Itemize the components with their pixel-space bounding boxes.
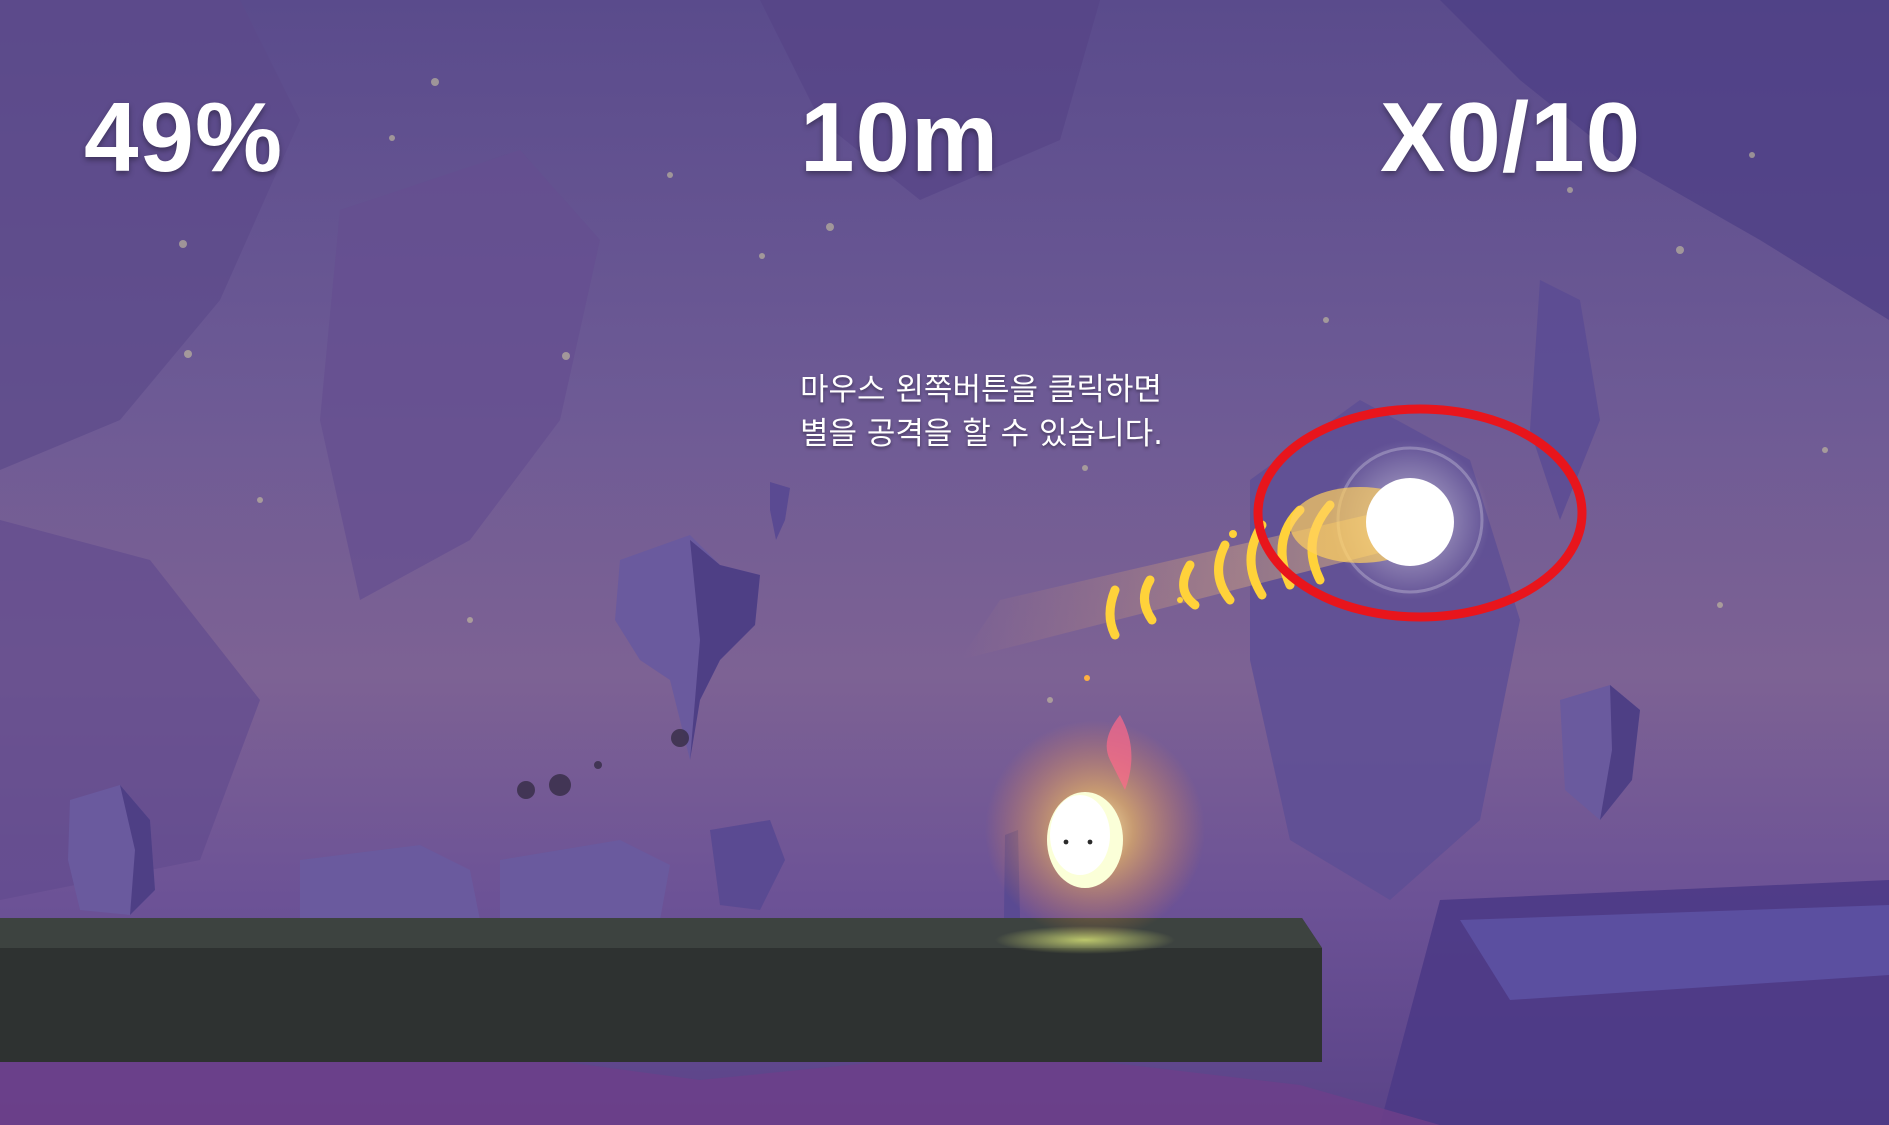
tutorial-message: 마우스 왼쪽버튼을 클릭하면 별을 공격을 할 수 있습니다. (800, 368, 1240, 456)
hud-progress-percent: 49% (84, 82, 284, 192)
flame-spirit-icon (985, 715, 1205, 940)
tutorial-line-1: 마우스 왼쪽버튼을 클릭하면 (800, 372, 1162, 408)
hud-star-counter: X0/10 (1380, 82, 1642, 192)
game-viewport[interactable]: 49% 10m X0/10 마우스 왼쪽버튼을 클릭하면 별을 공격을 할 수 … (0, 0, 1889, 1125)
ground-platform (0, 918, 1322, 1062)
smoke-puffs (517, 729, 689, 799)
tutorial-line-2: 별을 공격을 할 수 있습니다. (800, 416, 1163, 452)
hud-distance: 10m (800, 82, 1000, 192)
